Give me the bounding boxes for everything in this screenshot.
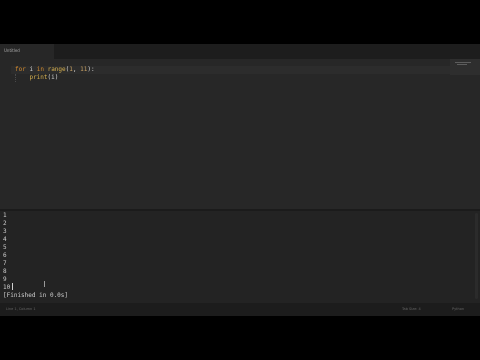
build-output-panel[interactable]: 1 2 3 4 5 6 7 8 9 10 [Finished in 0.0s] [0,211,480,303]
minimap-line-2 [457,64,467,65]
output-line: 4 [3,236,7,243]
status-bar: Line 1, Column 1 Tab Size: 4 Python [0,303,480,316]
output-line: 7 [3,260,7,267]
output-scrollbar[interactable] [475,213,478,299]
status-tab-size[interactable]: Tab Size: 4 [402,307,421,311]
code-editor[interactable]: for i in range(1, 11): print(i) [0,59,480,209]
output-line: 10 [3,284,11,291]
tab-bar: Untitled [0,44,480,59]
minimap-line-1 [455,62,471,63]
minimap[interactable] [450,59,480,75]
output-line: 2 [3,220,7,227]
output-line: 6 [3,252,7,259]
print-args: (i) [47,74,59,81]
tab-untitled[interactable]: Untitled [0,44,54,59]
keyword-in: in [36,66,44,73]
status-syntax[interactable]: Python [452,307,464,311]
code-line-1[interactable]: for i in range(1, 11): [15,66,95,74]
status-position: Line 1, Column 1 [6,307,36,311]
output-line: 8 [3,268,7,275]
mouse-ibeam-icon [44,281,45,287]
text-cursor [12,283,13,290]
tab-label: Untitled [4,48,20,53]
output-line: 9 [3,276,7,283]
line-tail: ): [87,66,95,73]
variable-i: i [29,66,34,73]
function-print: print [29,74,48,81]
editor-window: Untitled for i in range(1, 11): print(i)… [0,44,480,316]
line-gutter [0,59,11,209]
output-line: 1 [3,212,7,219]
function-range: range [47,66,66,73]
output-finished-line: [Finished in 0.0s] [3,292,69,299]
code-line-2[interactable]: print(i) [15,74,58,82]
keyword-for: for [15,66,26,73]
output-line: 3 [3,228,7,235]
output-line: 5 [3,244,7,251]
